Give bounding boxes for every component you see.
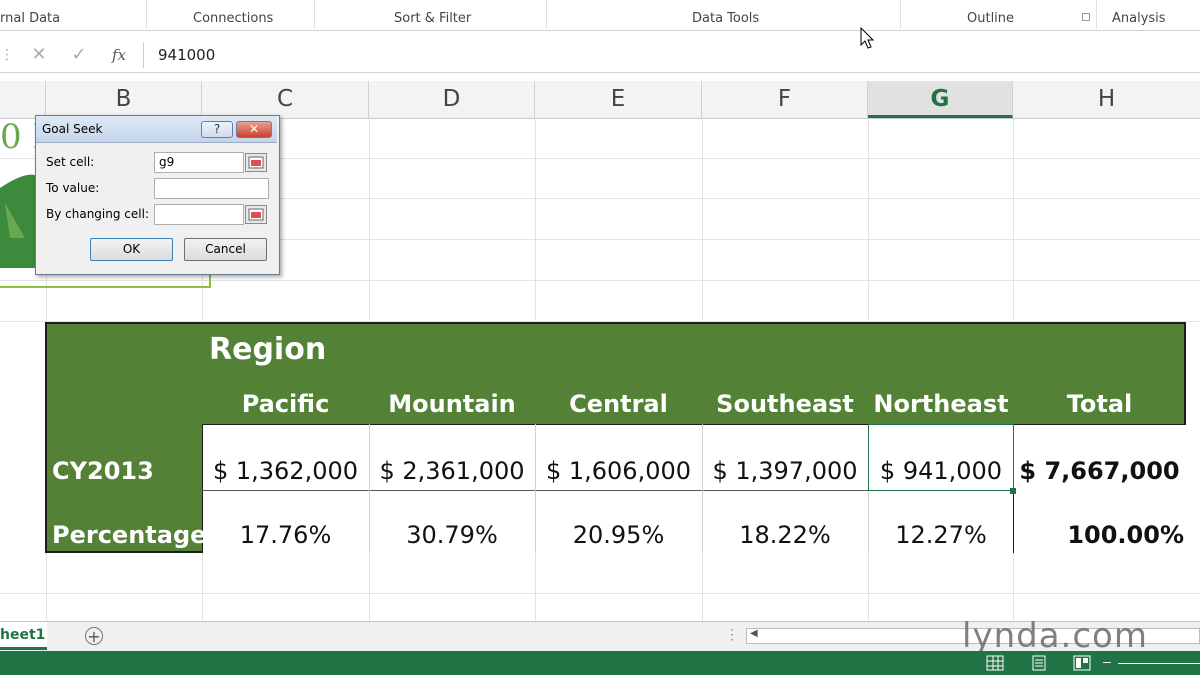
outline-launcher-icon[interactable] <box>1082 13 1090 21</box>
header-total: Total <box>1066 390 1133 418</box>
zoom-slider[interactable] <box>1118 663 1200 664</box>
normal-view-icon[interactable] <box>986 655 1004 671</box>
ribbon-group-sort-filter: Sort & Filter <box>394 11 472 26</box>
value-northeast-percentage[interactable]: 12.27% <box>868 521 1014 549</box>
ribbon-group-connections: Connections <box>193 11 274 26</box>
value-central-cy2013[interactable]: $ 1,606,000 <box>535 457 702 485</box>
cancel-button[interactable]: Cancel <box>184 238 267 261</box>
value-southeast-cy2013[interactable]: $ 1,397,000 <box>702 457 868 485</box>
ribbon-separator <box>546 0 547 28</box>
gridline <box>0 593 1200 594</box>
ribbon-separator <box>900 0 901 28</box>
value-mountain-percentage[interactable]: 30.79% <box>369 521 535 549</box>
value-mountain-cy2013[interactable]: $ 2,361,000 <box>369 457 535 485</box>
region-label: Region <box>209 332 327 367</box>
set-cell-input[interactable]: g9 <box>154 152 244 173</box>
formula-bar: ⋮ ✕ ✓ fx 941000 <box>0 38 1200 73</box>
region-table: Region Pacific Mountain Central Southeas… <box>45 322 1186 553</box>
ribbon-group-external-data: rnal Data <box>0 11 61 26</box>
zoom-out-icon[interactable]: – <box>1103 653 1111 669</box>
changing-cell-input[interactable] <box>154 204 244 225</box>
value-southeast-percentage[interactable]: 18.22% <box>702 521 868 549</box>
value-pacific-cy2013[interactable]: $ 1,362,000 <box>202 457 369 485</box>
ribbon-separator <box>314 0 315 28</box>
range-select-icon <box>248 208 264 221</box>
range-select-icon <box>248 156 264 169</box>
page-layout-icon[interactable] <box>1030 655 1048 671</box>
dialog-titlebar[interactable]: Goal Seek ? ✕ <box>36 116 277 143</box>
ribbon-separator <box>146 0 147 28</box>
cancel-icon[interactable]: ✕ <box>24 42 54 68</box>
to-value-input[interactable] <box>154 178 269 199</box>
formula-input[interactable]: 941000 <box>143 42 1200 68</box>
insert-function-icon[interactable]: fx <box>104 42 134 68</box>
header-mountain: Mountain <box>388 390 516 418</box>
recycle-arrow-icon: 0 E <box>0 118 40 268</box>
header-southeast: Southeast <box>716 390 854 418</box>
column-header-b[interactable]: B <box>46 81 202 118</box>
column-header-e[interactable]: E <box>535 81 702 118</box>
page-break-preview-icon[interactable] <box>1073 655 1091 671</box>
column-header-c[interactable]: C <box>202 81 369 118</box>
splitter-icon[interactable]: ⋮ <box>725 626 739 643</box>
ribbon-group-outline: Outline <box>967 11 1015 26</box>
header-northeast: Northeast <box>873 390 1009 418</box>
ribbon-separator <box>1096 0 1097 28</box>
value-central-percentage[interactable]: 20.95% <box>535 521 702 549</box>
sheet-tab[interactable]: heet1 <box>0 622 47 650</box>
goal-seek-dialog: Goal Seek ? ✕ Set cell: g9 To value: By … <box>35 115 280 275</box>
column-headers: B C D E F G H <box>0 81 1200 119</box>
row-label-cy2013: CY2013 <box>52 457 154 485</box>
dialog-title: Goal Seek <box>42 122 103 136</box>
header-pacific: Pacific <box>241 390 330 418</box>
column-header-h[interactable]: H <box>1013 81 1200 118</box>
add-sheet-button[interactable]: + <box>85 627 103 645</box>
value-pacific-percentage[interactable]: 17.76% <box>202 521 369 549</box>
watermark-logo: lynda.com <box>962 616 1148 656</box>
collapse-dialog-icon[interactable] <box>245 153 267 172</box>
ok-button[interactable]: OK <box>90 238 173 261</box>
value-northeast-cy2013[interactable]: $ 941,000 <box>868 457 1014 485</box>
close-button[interactable]: ✕ <box>236 121 272 138</box>
to-value-label: To value: <box>46 181 100 195</box>
changing-cell-label: By changing cell: <box>46 207 149 221</box>
mouse-pointer-icon <box>860 27 875 49</box>
ribbon-group-analysis: Analysis <box>1112 11 1166 26</box>
sheet-tab-label: heet1 <box>0 627 46 643</box>
ribbon-group-data-tools: Data Tools <box>692 11 760 26</box>
column-header-f[interactable]: F <box>702 81 868 118</box>
set-cell-label: Set cell: <box>46 155 95 169</box>
fill-handle[interactable] <box>1010 488 1016 494</box>
value-total-percentage[interactable]: 100.00% <box>1013 521 1186 549</box>
column-header-a-partial[interactable] <box>0 81 46 118</box>
enter-icon[interactable]: ✓ <box>64 42 94 68</box>
table-border <box>202 424 1186 425</box>
value-total-cy2013[interactable]: $ 7,667,000 <box>1013 457 1186 485</box>
status-bar: – <box>0 651 1200 675</box>
sheet-tab-bar: heet1 + ⋮ ◀ lynda.com <box>0 616 1200 656</box>
help-button[interactable]: ? <box>201 121 233 138</box>
namebox-edge: ⋮ <box>0 47 14 63</box>
svg-text:0 E: 0 E <box>0 118 40 157</box>
header-central: Central <box>569 390 668 418</box>
column-header-d[interactable]: D <box>369 81 535 118</box>
column-header-g[interactable]: G <box>868 81 1013 118</box>
ribbon: rnal Data Connections Sort & Filter Data… <box>0 0 1200 31</box>
collapse-dialog-icon[interactable] <box>245 205 267 224</box>
scroll-left-icon[interactable]: ◀ <box>750 628 758 639</box>
row-label-percentage: Percentage <box>52 521 207 549</box>
